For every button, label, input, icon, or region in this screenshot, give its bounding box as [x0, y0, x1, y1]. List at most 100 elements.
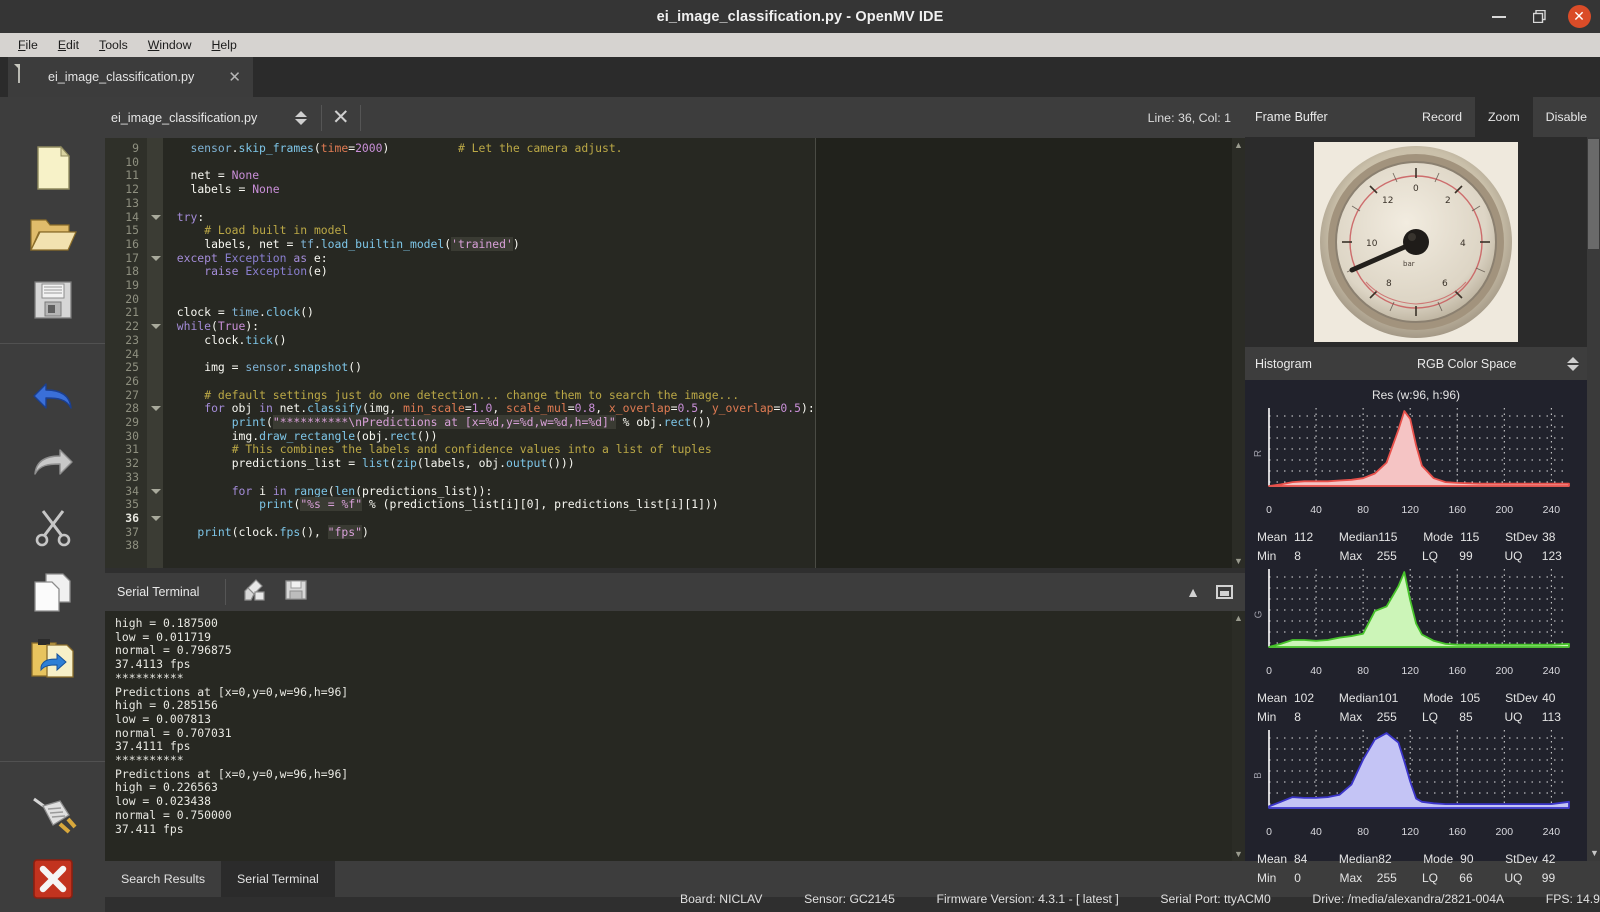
code-line[interactable]: sensor.skip_frames(time=2000) # Let the … [190, 141, 622, 155]
menu-window[interactable]: Window [138, 36, 202, 54]
axis-tick-label: 200 [1496, 504, 1514, 516]
stat-key: Median [1339, 530, 1378, 544]
chevron-updown-icon[interactable] [295, 111, 307, 125]
code-line[interactable]: except Exception as e: [177, 251, 328, 265]
collapse-terminal-button[interactable]: ▲ [1186, 584, 1200, 600]
fold-triangle-icon[interactable] [151, 256, 161, 261]
redo-icon [30, 443, 76, 479]
record-button[interactable]: Record [1409, 97, 1475, 137]
code-line[interactable]: try: [177, 210, 204, 224]
save-file-button[interactable] [19, 267, 87, 333]
histogram-channel-red: R04080120160200240Mean112Median115Mode11… [1245, 404, 1587, 565]
code-line[interactable]: for i in range(len(predictions_list)): [232, 484, 493, 498]
tab-search-results[interactable]: Search Results [105, 861, 221, 897]
disable-button[interactable]: Disable [1533, 97, 1600, 137]
right-scroll-down-icon[interactable]: ▼ [1590, 848, 1599, 858]
code-line[interactable]: labels, net = tf.load_builtin_model('tra… [204, 237, 520, 251]
terminal-scrollbar[interactable]: ▲ ▼ [1232, 611, 1245, 861]
tab-serial-terminal[interactable]: Serial Terminal [221, 861, 335, 897]
axis-tick-label: 160 [1448, 504, 1466, 516]
divider-2 [360, 105, 361, 131]
code-line[interactable]: # This combines the labels and confidenc… [232, 442, 712, 456]
document-tab[interactable]: ei_image_classification.py ✕ [8, 57, 253, 97]
line-number: 36 [105, 511, 139, 525]
cut-button[interactable] [19, 494, 87, 560]
editor-close-icon[interactable]: ✕ [332, 107, 350, 128]
zoom-button[interactable]: Zoom [1475, 97, 1533, 137]
scroll-thumb[interactable] [1588, 139, 1599, 249]
code-line[interactable]: img.draw_rectangle(obj.rect()) [232, 429, 438, 443]
terminal-line: low = 0.023438 [115, 795, 1245, 809]
right-panel-scrollbar[interactable]: ▲ ▼ [1587, 137, 1600, 861]
close-button[interactable]: ✕ [1566, 4, 1592, 30]
menu-tools[interactable]: Tools [89, 36, 138, 54]
terminal-tools [242, 578, 308, 607]
menu-file[interactable]: File [8, 36, 48, 54]
fold-column[interactable] [147, 138, 163, 568]
code-line[interactable]: print("%s = %f" % (predictions_list[i][0… [259, 497, 719, 511]
histogram-axis-green: 04080120160200240 [1265, 665, 1587, 680]
histogram-stats-row: Min8Max255LQ99UQ123 [1257, 546, 1587, 565]
code-line[interactable]: raise Exception(e) [204, 264, 327, 278]
menu-help[interactable]: Help [202, 36, 247, 54]
code-line[interactable]: predictions_list = list(zip(labels, obj.… [232, 456, 575, 470]
line-number: 27 [105, 388, 139, 402]
fold-triangle-icon[interactable] [151, 516, 161, 521]
stop-icon [30, 856, 76, 902]
window-titlebar: ei_image_classification.py - OpenMV IDE … [0, 0, 1600, 33]
maximize-button[interactable] [1526, 4, 1552, 30]
terminal-scroll-up-icon[interactable]: ▲ [1234, 613, 1243, 623]
code-line[interactable]: # Load built in model [204, 223, 348, 237]
document-tab-close-icon[interactable]: ✕ [228, 70, 241, 85]
fold-triangle-icon[interactable] [151, 489, 161, 494]
minimize-button[interactable] [1486, 4, 1512, 30]
frame-buffer-header: Frame Buffer Record Zoom Disable [1245, 97, 1600, 137]
line-number-gutter: 9101112131415161718192021222324252627282… [105, 138, 147, 568]
fold-triangle-icon[interactable] [151, 324, 161, 329]
code-line[interactable]: labels = None [190, 182, 279, 196]
new-file-button[interactable] [19, 135, 87, 201]
terminal-output[interactable]: high = 0.187500low = 0.011719normal = 0.… [105, 611, 1245, 861]
stat-value: 123 [1542, 549, 1587, 563]
code-line[interactable]: print("**********\nPredictions at [x=%d,… [232, 415, 712, 429]
editor-scrollbar[interactable]: ▲ ▼ [1232, 138, 1245, 568]
zoom-button-label: Zoom [1488, 110, 1520, 124]
code-line[interactable]: clock.tick() [204, 333, 286, 347]
fold-triangle-icon[interactable] [151, 215, 161, 220]
copy-button[interactable] [19, 560, 87, 626]
terminal-line: normal = 0.750000 [115, 809, 1245, 823]
code-editor[interactable]: 9101112131415161718192021222324252627282… [105, 138, 1245, 568]
color-space-chevron-updown-icon[interactable] [1567, 357, 1579, 371]
terminal-header-actions: ▲ [1186, 584, 1233, 600]
save-terminal-button[interactable] [284, 579, 308, 606]
scroll-down-icon[interactable]: ▼ [1234, 556, 1243, 566]
code-line[interactable]: while(True): [177, 319, 259, 333]
connect-button[interactable] [19, 780, 87, 846]
terminal-scroll-down-icon[interactable]: ▼ [1234, 849, 1243, 859]
window-controls: ✕ [1486, 0, 1592, 33]
menu-edit[interactable]: Edit [48, 36, 89, 54]
code-line[interactable]: clock = time.clock() [177, 305, 314, 319]
stop-button[interactable] [19, 846, 87, 912]
scroll-up-icon[interactable]: ▲ [1234, 140, 1243, 150]
code-line[interactable]: # default settings just do one detection… [204, 388, 739, 402]
undo-button[interactable] [19, 362, 87, 428]
paste-button[interactable] [19, 626, 87, 692]
redo-button[interactable] [19, 428, 87, 494]
svg-text:10: 10 [1366, 239, 1378, 249]
axis-tick-label: 200 [1496, 826, 1514, 838]
file-selector-combo[interactable]: ei_image_classification.py [111, 111, 311, 125]
fold-triangle-icon[interactable] [151, 406, 161, 411]
axis-tick-label: 80 [1357, 826, 1369, 838]
code-line[interactable]: print(clock.fps(), "fps") [197, 525, 368, 539]
axis-tick-label: 160 [1448, 826, 1466, 838]
popout-terminal-button[interactable] [1216, 585, 1233, 599]
clear-terminal-button[interactable] [242, 578, 268, 607]
code-line[interactable]: net = None [190, 168, 259, 182]
color-space-label[interactable]: RGB Color Space [1417, 357, 1516, 371]
code-line[interactable]: img = sensor.snapshot() [204, 360, 362, 374]
open-file-button[interactable] [19, 201, 87, 267]
code-line[interactable]: for obj in net.classify(img, min_scale=1… [204, 401, 814, 415]
frame-buffer-image-area[interactable]: 0 2 4 6 8 10 12 bar [1245, 137, 1587, 347]
line-number: 21 [105, 305, 139, 319]
